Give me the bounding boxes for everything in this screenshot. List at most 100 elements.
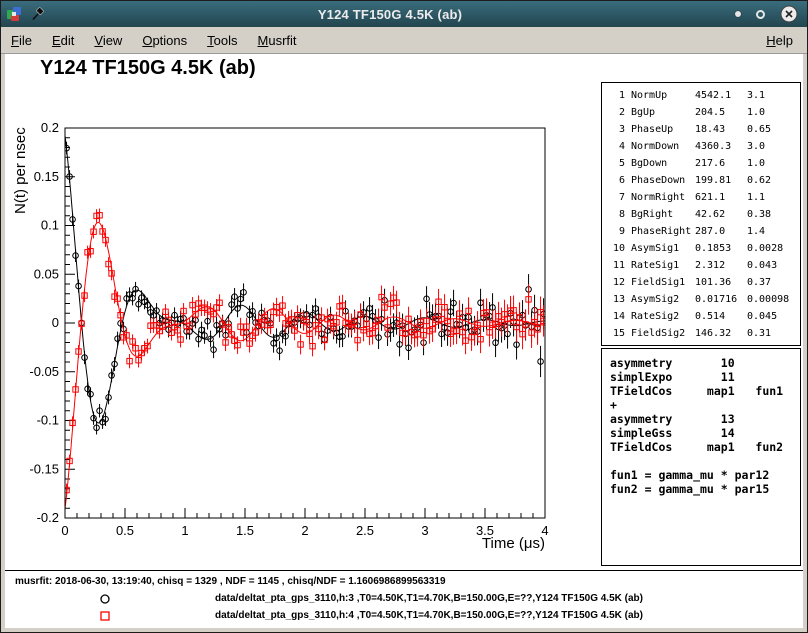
theory-line: asymmetry 13 bbox=[610, 412, 800, 426]
parameter-val: 0.514 bbox=[695, 308, 747, 325]
page-title: Y124 TF150G 4.5K (ab) bbox=[40, 57, 256, 80]
parameter-val: 42.62 bbox=[695, 206, 747, 223]
close-icon bbox=[780, 5, 798, 23]
legend-label: data/deltat_pta_gps_3110,h:4 ,T0=4.50K,T… bbox=[215, 610, 643, 621]
x-tick-label: 0.5 bbox=[116, 523, 134, 538]
info-pad: musrfit: 2018-06-30, 13:19:40, chisq = 1… bbox=[5, 570, 803, 628]
parameter-err: 0.0028 bbox=[747, 240, 800, 257]
parameter-val: 204.5 bbox=[695, 104, 747, 121]
parameter-val: 199.81 bbox=[695, 172, 747, 189]
y-tick-label: 0 bbox=[52, 315, 59, 330]
menu-item-options[interactable]: Options bbox=[132, 29, 197, 52]
parameter-num: 6 bbox=[608, 172, 625, 189]
parameter-name: NormDown bbox=[631, 138, 695, 155]
parameter-name: AsymSig2 bbox=[631, 291, 695, 308]
parameter-row: 12FieldSig1101.360.37 bbox=[608, 274, 800, 291]
parameter-err: 0.045 bbox=[747, 308, 800, 325]
parameter-name: NormUp bbox=[631, 87, 695, 104]
series-squares bbox=[64, 208, 546, 508]
theory-line: fun2 = gamma_mu * par15 bbox=[610, 482, 800, 496]
menu-item-tools[interactable]: Tools bbox=[197, 29, 247, 52]
parameter-row: 6PhaseDown199.810.62 bbox=[608, 172, 800, 189]
parameter-row: 1 NormUp4542.13.1 bbox=[608, 87, 800, 104]
parameter-val: 4360.3 bbox=[695, 138, 747, 155]
parameter-val: 2.312 bbox=[695, 257, 747, 274]
parameter-num: 9 bbox=[608, 223, 625, 240]
minimize-button[interactable] bbox=[735, 11, 741, 17]
menubar: FileEditViewOptionsToolsMusrfit Help bbox=[1, 27, 807, 54]
legend-label: data/deltat_pta_gps_3110,h:3 ,T0=4.50K,T… bbox=[215, 593, 643, 604]
x-tick-label: 0 bbox=[61, 523, 68, 538]
parameter-val: 101.36 bbox=[695, 274, 747, 291]
parameter-row: 5BgDown217.61.0 bbox=[608, 155, 800, 172]
parameter-err: 0.37 bbox=[747, 274, 800, 291]
window-title: Y124 TF150G 4.5K (ab) bbox=[45, 7, 735, 22]
parameter-row: 15FieldSig2146.320.31 bbox=[608, 325, 800, 342]
parameter-val: 4542.1 bbox=[695, 87, 747, 104]
parameter-name: PhaseDown bbox=[631, 172, 695, 189]
pin-icon[interactable] bbox=[31, 7, 45, 21]
app-icon[interactable] bbox=[6, 6, 22, 22]
parameter-name: BgDown bbox=[631, 155, 695, 172]
maximize-button[interactable] bbox=[756, 10, 765, 19]
titlebar: Y124 TF150G 4.5K (ab) bbox=[1, 1, 807, 27]
parameter-val: 0.01716 bbox=[695, 291, 747, 308]
theory-line: simplExpo 11 bbox=[610, 370, 800, 384]
y-tick-label: 0.05 bbox=[34, 266, 59, 281]
menu-left: FileEditViewOptionsToolsMusrfit bbox=[1, 29, 307, 52]
legend-row: data/deltat_pta_gps_3110,h:3 ,T0=4.50K,T… bbox=[5, 591, 803, 608]
theory-line: fun1 = gamma_mu * par12 bbox=[610, 468, 800, 482]
parameter-row: 14RateSig20.5140.045 bbox=[608, 308, 800, 325]
parameter-err: 0.31 bbox=[747, 325, 800, 342]
menu-item-edit[interactable]: Edit bbox=[42, 29, 84, 52]
parameter-err: 1.0 bbox=[747, 104, 800, 121]
menu-item-file[interactable]: File bbox=[1, 29, 42, 52]
parameter-row: 9PhaseRight287.01.4 bbox=[608, 223, 800, 240]
parameter-val: 621.1 bbox=[695, 189, 747, 206]
x-tick-label: 3 bbox=[421, 523, 428, 538]
parameter-err: 0.00098 bbox=[747, 291, 800, 308]
series-circles bbox=[64, 136, 547, 435]
y-tick-label: -0.05 bbox=[29, 364, 59, 379]
parameter-num: 15 bbox=[608, 325, 625, 342]
parameter-table: 1NormUp4542.13.12BgUp204.51.03PhaseUp18.… bbox=[601, 82, 801, 346]
x-axis-title: Time (μs) bbox=[482, 535, 545, 552]
parameter-num: 11 bbox=[608, 257, 625, 274]
parameter-row: 8BgRight42.620.38 bbox=[608, 206, 800, 223]
theory-line: + bbox=[610, 398, 800, 412]
parameter-num: 7 bbox=[608, 189, 625, 206]
menu-item-musrfit[interactable]: Musrfit bbox=[248, 29, 307, 52]
parameter-row: 4 NormDown4360.33.0 bbox=[608, 138, 800, 155]
parameter-err: 0.043 bbox=[747, 257, 800, 274]
theory-line: TFieldCos map1 fun1 bbox=[610, 384, 800, 398]
parameter-err: 3.1 bbox=[747, 87, 800, 104]
menu-item-view[interactable]: View bbox=[84, 29, 132, 52]
parameter-row: 2BgUp204.51.0 bbox=[608, 104, 800, 121]
parameter-name: PhaseUp bbox=[631, 121, 695, 138]
parameter-err: 1.0 bbox=[747, 155, 800, 172]
parameter-num: 1 bbox=[608, 87, 625, 104]
parameter-num: 4 bbox=[608, 138, 625, 155]
parameter-row: 13AsymSig20.017160.00098 bbox=[608, 291, 800, 308]
parameter-row: 11RateSig12.3120.043 bbox=[608, 257, 800, 274]
parameter-num: 3 bbox=[608, 121, 625, 138]
parameter-err: 3.0 bbox=[747, 138, 800, 155]
theory-block: asymmetry 10simplExpo 11TFieldCos map1 f… bbox=[601, 348, 801, 566]
y-tick-label: 0.15 bbox=[34, 169, 59, 184]
menu-item-help[interactable]: Help bbox=[756, 29, 803, 52]
parameter-val: 0.1853 bbox=[695, 240, 747, 257]
parameter-num: 5 bbox=[608, 155, 625, 172]
plot-canvas[interactable]: 00.511.522.533.54-0.2-0.15-0.1-0.0500.05… bbox=[5, 54, 605, 627]
x-tick-label: 1 bbox=[181, 523, 188, 538]
open-square-marker-icon bbox=[99, 609, 111, 621]
window: Y124 TF150G 4.5K (ab) FileEditViewOption… bbox=[0, 0, 808, 633]
parameter-num: 14 bbox=[608, 308, 625, 325]
theory-line bbox=[610, 454, 800, 468]
parameter-num: 10 bbox=[608, 240, 625, 257]
parameter-name: BgUp bbox=[631, 104, 695, 121]
y-tick-label: 0.2 bbox=[41, 120, 59, 135]
parameter-err: 0.38 bbox=[747, 206, 800, 223]
parameter-val: 287.0 bbox=[695, 223, 747, 240]
parameter-name: BgRight bbox=[631, 206, 695, 223]
close-button[interactable] bbox=[780, 5, 798, 23]
